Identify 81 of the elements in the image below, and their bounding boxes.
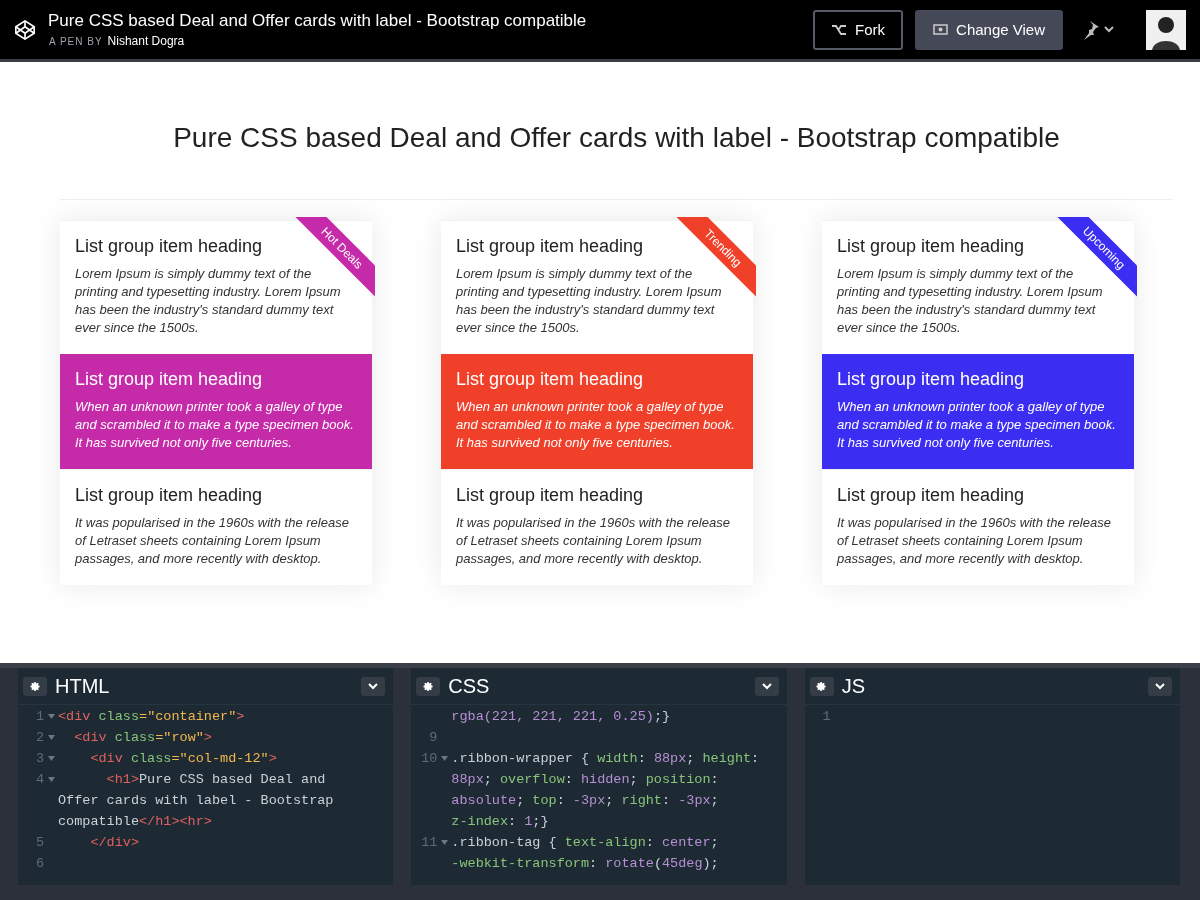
item-text: Lorem Ipsum is simply dummy text of the printing and typesetting industry. Lorem Ipsum has been the industry's standard dummy text ever since the 1500s. <box>456 266 722 337</box>
pen-title: Pure CSS based Deal and Offer cards with label - Bootstrap compatible <box>48 11 588 31</box>
item-text: When an unknown printer took a galley of type and scrambled it to make a type specimen book. It has survived not only five centuries. <box>456 398 736 452</box>
code-line: compatible</h1><hr> <box>58 813 212 831</box>
line-number: 11 <box>421 834 438 852</box>
line-number: 3 <box>35 750 44 768</box>
chevron-down-icon <box>761 682 772 690</box>
chevron-down-icon <box>1155 682 1165 690</box>
view-icon <box>933 24 949 35</box>
list-group-item[interactable]: List group item heading It was popularised in the 1960s with the release of Letraset sheets containing Lorem Ipsum passages, and more recently with desktop. <box>60 469 372 585</box>
item-heading: List group item heading <box>75 485 264 506</box>
item-text: When an unknown printer took a galley of type and scrambled it to make a type specimen book. It has survived not only five centuries. <box>75 398 355 452</box>
code-line: Offer cards with label - Bootstrap <box>58 792 334 810</box>
item-text: It was popularised in the 1960s with the release of Letraset sheets containing Lorem Ipsum passages, and more recently with desktop. <box>456 514 731 568</box>
code-line: z-index: 1;} <box>451 813 549 831</box>
code-line: <h1>Pure CSS based Deal and <box>105 771 326 789</box>
page-heading: Pure CSS based Deal and Offer cards with label - Bootstrap compatible <box>172 122 1061 155</box>
item-heading: List group item heading <box>456 485 645 506</box>
editor-title: CSS <box>448 674 491 698</box>
pin-icon <box>1083 19 1101 40</box>
fold-arrow-icon[interactable] <box>48 777 55 782</box>
line-number: 5 <box>35 834 44 852</box>
fold-arrow-icon[interactable] <box>48 714 55 719</box>
list-group-item[interactable]: List group item heading When an unknown printer took a galley of type and scrambled it to make a type specimen book. It has survived not only five centuries. <box>822 354 1134 469</box>
list-group-item[interactable]: List group item heading It was popularised in the 1960s with the release of Letraset sheets containing Lorem Ipsum passages, and more recently with desktop. <box>822 469 1134 585</box>
settings-button[interactable] <box>23 676 47 696</box>
line-number: 1 <box>822 708 831 726</box>
line-number: 1 <box>35 708 44 726</box>
logo-icon <box>14 18 36 41</box>
code-line: <div class="row"> <box>73 729 212 747</box>
item-heading: List group item heading <box>456 369 645 390</box>
line-number: 9 <box>429 729 438 747</box>
editor-title: JS <box>841 674 866 698</box>
code-editor[interactable]: HTML 1 <div class="container"> 2 <div class="row"> 3 <div class="col-md-12"> 4 <h1>Pure CSS based Deal and Offer cards with label - Bootstrap compatible</h1><hr> 5 </div> 6 <box>18 668 394 885</box>
line-number: 6 <box>35 855 44 873</box>
item-text: It was popularised in the 1960s with the release of Letraset sheets containing Lorem Ipsum passages, and more recently with desktop. <box>75 514 350 568</box>
settings-icon <box>29 680 41 692</box>
code-editor[interactable]: JS 1 <box>804 668 1180 885</box>
code-line: .ribbon-tag { text-align: center; <box>451 834 719 852</box>
fork-button[interactable]: Fork <box>813 9 904 50</box>
collapse-button[interactable] <box>1148 676 1172 696</box>
code-line: -webkit-transform: rotate(45deg); <box>451 855 719 873</box>
item-heading: List group item heading <box>75 369 264 390</box>
collapse-button[interactable] <box>361 676 386 696</box>
item-heading: List group item heading <box>837 485 1026 506</box>
change-view-button[interactable]: Change View <box>915 9 1063 50</box>
item-heading: List group item heading <box>837 369 1026 390</box>
code-line: <div class="container"> <box>58 708 245 726</box>
code-line: 88px; overflow: hidden; position: <box>451 771 719 789</box>
line-number: 2 <box>35 729 44 747</box>
fold-arrow-icon[interactable] <box>48 756 55 761</box>
fork-icon <box>831 23 848 36</box>
avatar[interactable] <box>1146 9 1186 50</box>
settings-button[interactable] <box>809 676 834 696</box>
item-text: When an unknown printer took a galley of type and scrambled it to make a type specimen book. It has survived not only five centuries. <box>837 398 1117 452</box>
code-line: <div class="col-md-12"> <box>89 750 277 768</box>
settings-icon <box>816 680 828 692</box>
item-text: It was popularised in the 1960s with the release of Letraset sheets containing Lorem Ipsum passages, and more recently with desktop. <box>837 514 1112 568</box>
code-line: absolute; top: -3px; right: -3px; <box>451 792 719 810</box>
chevron-down-icon <box>368 682 379 690</box>
author-link[interactable]: Nishant Dogra <box>107 34 185 48</box>
settings-icon <box>422 680 434 692</box>
list-group-item[interactable]: List group item heading When an unknown printer took a galley of type and scrambled it to make a type specimen book. It has survived not only five centuries. <box>441 354 753 469</box>
collapse-button[interactable] <box>754 676 779 696</box>
fold-arrow-icon[interactable] <box>48 735 55 740</box>
line-number: 10 <box>421 750 438 768</box>
editor-title: HTML <box>55 674 111 698</box>
settings-button[interactable] <box>416 676 441 696</box>
caret-icon <box>1104 26 1114 33</box>
fold-arrow-icon[interactable] <box>441 840 449 845</box>
list-group-item[interactable]: List group item heading It was popularised in the 1960s with the release of Letraset sheets containing Lorem Ipsum passages, and more recently with desktop. <box>441 469 753 585</box>
code-line: </div> <box>89 834 139 852</box>
list-group-item[interactable]: List group item heading When an unknown printer took a galley of type and scrambled it to make a type specimen book. It has survived not only five centuries. <box>60 354 372 469</box>
item-text: Lorem Ipsum is simply dummy text of the printing and typesetting industry. Lorem Ipsum has been the industry's standard dummy text ever since the 1500s. <box>75 266 341 337</box>
code-editor[interactable] <box>411 668 787 885</box>
byline-label: A PEN BY <box>49 36 103 47</box>
code-line: rgba(221, 221, 221, 0.25);} <box>451 708 671 726</box>
line-number: 4 <box>35 771 44 789</box>
fold-arrow-icon[interactable] <box>441 756 449 761</box>
item-text: Lorem Ipsum is simply dummy text of the printing and typesetting industry. Lorem Ipsum has been the industry's standard dummy text ever since the 1500s. <box>837 266 1103 337</box>
code-line: .ribbon-wrapper { width: 88px; height: <box>451 750 760 768</box>
